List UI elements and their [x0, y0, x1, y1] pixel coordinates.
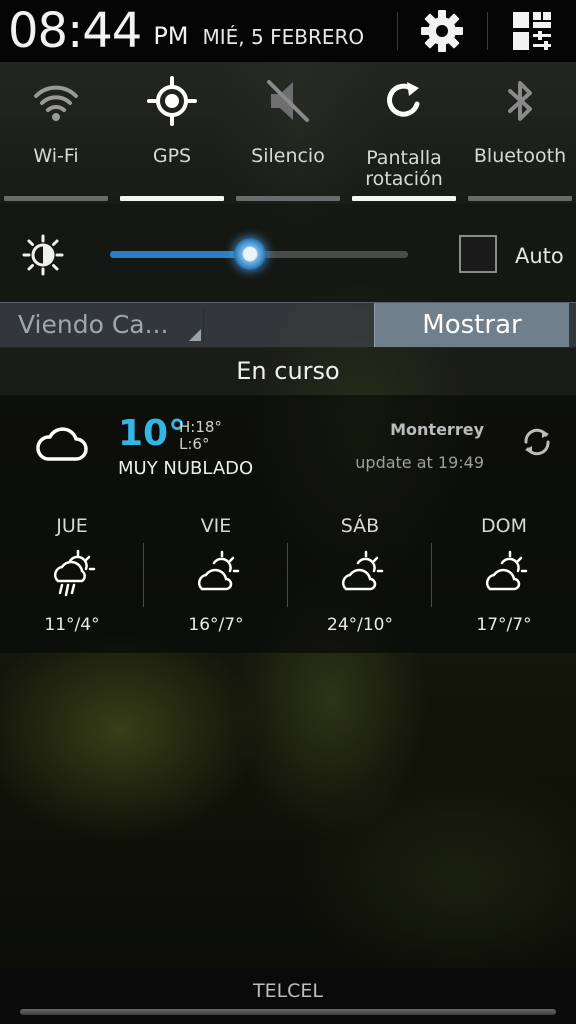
wifi-icon	[34, 85, 78, 121]
forecast-day-name: SÁB	[340, 515, 380, 537]
forecast-temps: 24°/10°	[327, 615, 393, 635]
show-button[interactable]: Mostrar	[374, 303, 569, 347]
toggle-silent[interactable]: Silencio	[236, 62, 340, 204]
forecast-day: DOM 17°/7°	[432, 513, 576, 643]
toggle-indicator	[468, 196, 572, 201]
ongoing-header: En curso	[0, 347, 576, 395]
mute-icon	[267, 80, 309, 122]
partly-cloudy-icon	[197, 550, 240, 591]
brightness-slider-thumb[interactable]	[233, 237, 268, 271]
low-temperature: L:6°	[179, 435, 210, 453]
notification-bar: Viendo Ca... Mostrar	[0, 302, 576, 348]
weather-city: Monterrey	[390, 420, 484, 439]
rotation-icon	[387, 82, 420, 117]
toggle-label-line1: Pantalla	[366, 147, 442, 169]
clock-ampm: PM	[153, 22, 189, 50]
toggle-rotation[interactable]: Pantalla rotación	[352, 62, 456, 204]
header-divider	[487, 12, 488, 50]
date: MIÉ, 5 FEBRERO	[202, 25, 365, 49]
forecast-day: JUE 11°/4°	[0, 513, 144, 643]
notification-shade: 08:44 PM MIÉ, 5 FEBRERO Wi-Fi GPS Silenc…	[0, 0, 576, 1024]
shade-drag-handle[interactable]	[20, 1009, 556, 1015]
toggle-label: GPS	[152, 145, 192, 167]
header-divider	[397, 12, 398, 50]
notification-settings-button[interactable]	[502, 6, 562, 56]
current-temperature: 10°	[118, 413, 187, 454]
clock: 08:44	[8, 3, 142, 59]
carrier-label: TELCEL	[252, 980, 324, 1002]
refresh-icon[interactable]	[520, 425, 554, 459]
forecast-day: VIE 16°/7°	[144, 513, 288, 643]
quick-settings: Wi-Fi GPS Silencio Pantalla rotación Blu…	[0, 62, 576, 204]
forecast-day-name: VIE	[200, 515, 232, 537]
brightness-fill	[110, 251, 251, 258]
forecast-day-name: DOM	[481, 515, 527, 537]
toggle-indicator	[236, 196, 340, 201]
cloud-icon	[36, 427, 88, 461]
toggle-label: Pantalla rotación	[352, 148, 456, 190]
forecast-temps: 11°/4°	[44, 615, 100, 635]
brightness-panel: Auto	[0, 204, 576, 302]
partly-cloudy-icon	[485, 550, 528, 591]
weather-notification[interactable]: 10° H:18° L:6° MUY NUBLADO Monterrey upd…	[0, 395, 576, 653]
partly-cloudy-icon	[341, 550, 384, 591]
forecast-temps: 17°/7°	[476, 615, 532, 635]
viewing-dropdown[interactable]: Viendo Ca...	[8, 307, 204, 343]
toggle-wifi[interactable]: Wi-Fi	[4, 62, 108, 204]
auto-brightness-checkbox[interactable]	[459, 235, 497, 273]
forecast-temps: 16°/7°	[188, 615, 244, 635]
toggle-label-line2: rotación	[365, 168, 443, 190]
toggle-gps[interactable]: GPS	[120, 62, 224, 204]
brightness-icon	[22, 234, 64, 276]
gps-icon	[147, 76, 197, 126]
toggle-label: Bluetooth	[473, 145, 567, 167]
gear-icon	[421, 10, 463, 52]
weather-condition: MUY NUBLADO	[118, 458, 254, 479]
toggle-label: Wi-Fi	[33, 145, 79, 167]
viewing-label: Viendo Ca...	[18, 310, 169, 339]
forecast-day: SÁB 24°/10°	[288, 513, 432, 643]
forecast: JUE 11°/4° VIE 16°/7° SÁB 24°/10° DOM 17…	[0, 513, 576, 643]
toggle-indicator	[352, 196, 456, 201]
high-low: H:18° L:6°	[179, 419, 222, 453]
carrier-bar: TELCEL	[0, 968, 576, 1024]
status-header: 08:44 PM MIÉ, 5 FEBRERO	[0, 0, 576, 62]
rain-sun-icon	[53, 549, 96, 597]
bluetooth-icon	[508, 81, 532, 121]
notification-settings-icon	[513, 12, 551, 50]
dropdown-corner-icon	[189, 329, 201, 341]
high-temperature: H:18°	[179, 418, 222, 436]
forecast-day-name: JUE	[56, 515, 88, 537]
toggle-indicator	[4, 196, 108, 201]
toggle-label: Silencio	[251, 145, 325, 167]
weather-updated: update at 19:49	[355, 453, 484, 472]
settings-button[interactable]	[412, 6, 472, 56]
auto-brightness-label: Auto	[515, 244, 564, 268]
toggle-indicator	[120, 196, 224, 201]
toggle-bluetooth[interactable]: Bluetooth	[468, 62, 572, 204]
